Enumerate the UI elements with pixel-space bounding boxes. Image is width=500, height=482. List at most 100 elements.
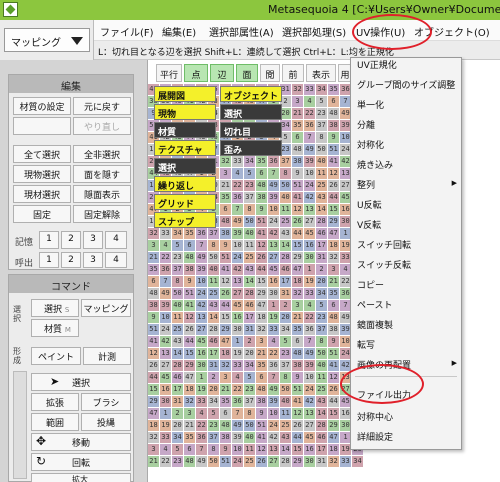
redo-button[interactable]: やり直し — [73, 117, 131, 135]
seam-button[interactable]: 切れ目 — [220, 122, 282, 138]
uv-cell: 22 — [196, 420, 207, 431]
uv-cell: 9 — [328, 132, 339, 143]
menu-item-copy[interactable]: コピー — [351, 274, 461, 293]
lock-button[interactable]: 固定 — [13, 205, 71, 223]
menu-item-separate[interactable]: 分離 — [351, 114, 461, 133]
tab-display[interactable]: 表示 — [306, 64, 336, 82]
uv-cell: 35 — [292, 120, 303, 131]
repeat-button[interactable]: 繰り返し — [154, 176, 216, 192]
tool-select-button[interactable]: ➤ 選択 — [31, 373, 131, 391]
object-button[interactable]: オブジェクト — [220, 86, 282, 102]
uv-cell: 28 — [316, 420, 327, 431]
select-command-button[interactable]: 選択 S — [31, 299, 79, 317]
current-object-button[interactable]: 現物 — [154, 104, 216, 120]
snap-button[interactable]: スナップ — [154, 212, 216, 228]
menu-item-uv-normalize[interactable]: UV正規化 — [351, 54, 461, 73]
uv-cell: 11 — [316, 372, 327, 383]
uv-cell: 8 — [208, 444, 219, 455]
mapping-command-button[interactable]: マッピング — [81, 299, 131, 317]
uv-cell: 25 — [244, 456, 255, 467]
menu-file[interactable]: ファイル(F) — [100, 24, 154, 39]
menu-item-symmetrize[interactable]: 対称化 — [351, 134, 461, 153]
tool-scale-button[interactable]: 拡大 — [31, 473, 131, 482]
paint-command-button[interactable]: ペイント — [31, 347, 81, 365]
memory-4-button[interactable]: 4 — [105, 231, 127, 249]
uv-cell: 9 — [328, 336, 339, 347]
select-all-button[interactable]: 全て選択 — [13, 145, 71, 163]
measure-command-button[interactable]: 計測 — [83, 347, 131, 365]
tab-edge[interactable]: 辺 — [210, 64, 234, 82]
undo-button[interactable]: 元に戻す — [73, 97, 131, 115]
recall-3-button[interactable]: 3 — [83, 252, 103, 268]
menu-item-switch-flip[interactable]: スイッチ反転 — [351, 254, 461, 273]
tab-point[interactable]: 点 — [184, 64, 208, 82]
uv-cell: 15 — [148, 384, 159, 395]
tool-extend-button[interactable]: 拡張 — [31, 393, 79, 411]
show-hidden-button[interactable]: 隠面表示 — [73, 185, 131, 203]
uv-cell: 34 — [172, 432, 183, 443]
menu-bar: ファイル(F) 編集(E) 選択部属性(A) 選択部処理(S) UV操作(U) … — [94, 20, 500, 41]
set-material-button[interactable]: 材質の設定 — [13, 97, 71, 115]
tool-move-button[interactable]: ✥ 移動 — [31, 433, 131, 451]
menu-item-transfer[interactable]: 転写 — [351, 334, 461, 353]
recall-4-button[interactable]: 4 — [105, 252, 127, 268]
uv-cell: 39 — [268, 192, 279, 203]
menu-item-group-size-adjust[interactable]: グループ間のサイズ調整 — [351, 74, 461, 93]
menu-item-bake[interactable]: 焼き込み — [351, 154, 461, 173]
menu-item-symmetry-center[interactable]: 対称中心 — [351, 406, 461, 425]
menu-item-unify[interactable]: 単一化 — [351, 94, 461, 113]
material-button[interactable]: 材質 — [154, 122, 216, 138]
tool-range-button[interactable]: 範囲 — [31, 413, 79, 431]
tab-close[interactable]: 閲 — [260, 64, 280, 82]
tool-lasso-button[interactable]: 投縄 — [81, 413, 131, 431]
unlock-button[interactable]: 固定解除 — [73, 205, 131, 223]
texture-button[interactable]: テクスチャ — [154, 140, 216, 156]
tab-face[interactable]: 面 — [236, 64, 258, 82]
uv-cell: 35 — [184, 228, 195, 239]
recall-2-button[interactable]: 2 — [61, 252, 81, 268]
menu-item-label: 整列 — [357, 181, 376, 191]
uv-cell: 3 — [292, 96, 303, 107]
uv-cell: 50 — [172, 288, 183, 299]
menu-item-switch-rotate[interactable]: スイッチ回転 — [351, 234, 461, 253]
tab-front[interactable]: 前 — [282, 64, 304, 82]
menu-item-mirror-duplicate[interactable]: 鏡面複製 — [351, 314, 461, 333]
menu-item-advanced-settings[interactable]: 詳細設定 — [351, 426, 461, 445]
menu-item-flip-v[interactable]: V反転 — [351, 214, 461, 233]
menu-item-align[interactable]: 整列 ▶ — [351, 174, 461, 193]
uv-cell: 11 — [280, 408, 291, 419]
material-command-button[interactable]: 材質 M — [31, 319, 79, 337]
uv-cell: 49 — [304, 144, 315, 155]
select-current-object-button[interactable]: 現物選択 — [13, 165, 71, 183]
uv-cell: 48 — [184, 456, 195, 467]
recall-1-button[interactable]: 1 — [39, 252, 59, 268]
grid-toggle-button[interactable]: グリッド — [154, 194, 216, 210]
menu-edit[interactable]: 編集(E) — [162, 24, 196, 39]
uv-cell: 32 — [328, 252, 339, 263]
menu-item-label: スイッチ反転 — [357, 261, 412, 271]
menu-item-flip-u[interactable]: U反転 — [351, 194, 461, 213]
select-toggle-button[interactable]: 選択 — [154, 158, 216, 174]
hide-face-button[interactable]: 面を隠す — [73, 165, 131, 183]
select-current-material-button[interactable]: 現材選択 — [13, 185, 71, 203]
mode-select[interactable]: マッピング — [4, 28, 90, 52]
memory-2-button[interactable]: 2 — [61, 231, 81, 249]
tab-parallel[interactable]: 平行 — [156, 64, 182, 82]
menu-item-paste[interactable]: ペースト — [351, 294, 461, 313]
menu-item-label: V反転 — [357, 221, 382, 231]
memory-3-button[interactable]: 3 — [83, 231, 103, 249]
uv-cell: 8 — [244, 204, 255, 215]
tool-rotate-button[interactable]: ↻ 回転 — [31, 453, 131, 471]
selected-button[interactable]: 選択 — [220, 104, 282, 120]
uv-cell: 33 — [160, 228, 171, 239]
unfold-button[interactable]: 展開図 — [154, 86, 216, 102]
tool-rotate-label: 回転 — [72, 459, 91, 469]
tool-brush-button[interactable]: ブラシ — [81, 393, 131, 411]
distortion-button[interactable]: 歪み — [220, 140, 282, 156]
menu-attribute[interactable]: 選択部属性(A) — [209, 24, 274, 39]
uv-cell: 43 — [280, 228, 291, 239]
deselect-all-button[interactable]: 全非選択 — [73, 145, 131, 163]
uv-cell: 18 — [220, 348, 231, 359]
menu-process[interactable]: 選択部処理(S) — [282, 24, 346, 39]
memory-1-button[interactable]: 1 — [39, 231, 59, 249]
